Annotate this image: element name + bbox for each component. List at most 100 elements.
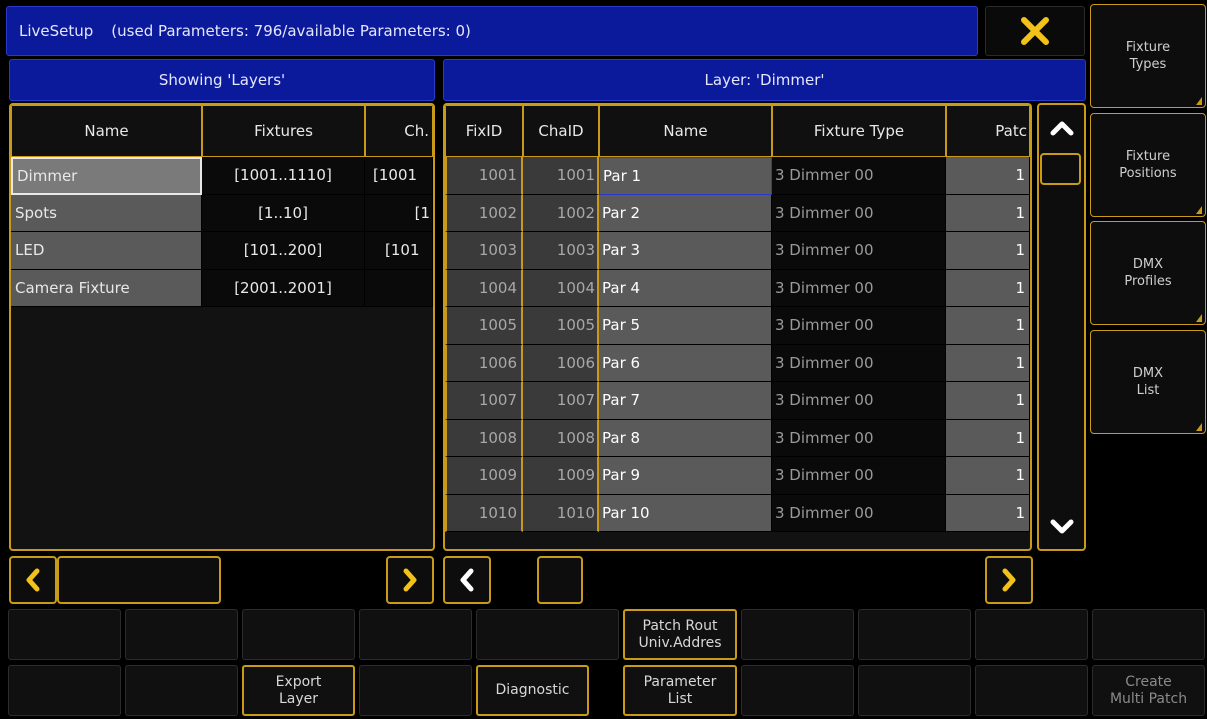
export-layer-button[interactable]: Export Layer <box>242 665 355 716</box>
chaid-cell[interactable]: 1010 <box>523 494 599 532</box>
patch-cell[interactable]: 1 <box>946 194 1030 232</box>
right-scroll-right-button[interactable] <box>985 556 1033 604</box>
vertical-scrollbar[interactable] <box>1037 103 1086 551</box>
layer-fixtures-cell[interactable]: [1001..1110] <box>202 157 365 195</box>
fixture-type-cell[interactable]: 3 Dimmer 00 <box>772 232 946 270</box>
left-scroll-right-button[interactable] <box>386 556 434 604</box>
column-header-name[interactable]: Name <box>599 105 772 157</box>
softkey-empty[interactable] <box>741 665 854 716</box>
fixture-type-cell[interactable]: 3 Dimmer 00 <box>772 419 946 457</box>
softkey-empty[interactable] <box>359 609 472 660</box>
parameter-list-button[interactable]: Parameter List <box>623 665 737 716</box>
chaid-cell[interactable]: 1003 <box>523 232 599 270</box>
right-scroll-left-button[interactable] <box>443 556 491 604</box>
table-row[interactable]: Spots [1..10] [1 <box>11 194 433 232</box>
layer-channels-cell[interactable]: [101 <box>365 232 433 270</box>
table-row[interactable]: Dimmer [1001..1110] [1001 <box>11 157 433 195</box>
column-header-chaid[interactable]: ChaID <box>523 105 599 157</box>
chaid-cell[interactable]: 1008 <box>523 419 599 457</box>
layer-channels-cell[interactable]: [1 <box>365 194 433 232</box>
softkey-empty[interactable] <box>975 609 1088 660</box>
fixid-cell[interactable]: 1003 <box>445 232 523 270</box>
column-header-fixture-type[interactable]: Fixture Type <box>772 105 946 157</box>
diagnostic-button[interactable]: Diagnostic <box>476 665 589 716</box>
layer-name-cell[interactable]: LED <box>11 232 202 270</box>
fixid-cell[interactable]: 1002 <box>445 194 523 232</box>
softkey-empty[interactable] <box>858 609 971 660</box>
fixture-type-cell[interactable]: 3 Dimmer 00 <box>772 157 946 195</box>
fixture-name-cell[interactable]: Par 4 <box>599 269 772 307</box>
softkey-empty[interactable] <box>741 609 854 660</box>
fixid-cell[interactable]: 1001 <box>445 157 523 195</box>
fixture-name-cell[interactable]: Par 1 <box>599 157 772 195</box>
softkey-empty[interactable] <box>476 609 619 660</box>
softkey-empty[interactable] <box>975 665 1088 716</box>
patch-cell[interactable]: 1 <box>946 344 1030 382</box>
softkey-empty[interactable] <box>1092 609 1205 660</box>
softkey-empty[interactable] <box>242 609 355 660</box>
fixture-name-cell[interactable]: Par 3 <box>599 232 772 270</box>
table-row[interactable]: 1003 1003 Par 33 Dimmer 00 1 <box>445 232 1030 270</box>
patch-cell[interactable]: 1 <box>946 382 1030 420</box>
fixture-name-cell[interactable]: Par 7 <box>599 382 772 420</box>
fixture-type-cell[interactable]: 3 Dimmer 00 <box>772 344 946 382</box>
column-header-fixtures[interactable]: Fixtures <box>202 105 365 157</box>
scroll-thumb[interactable] <box>1040 153 1081 185</box>
layer-name-cell[interactable]: Spots <box>11 194 202 232</box>
fixture-name-cell[interactable]: Par 2 <box>599 194 772 232</box>
dmx-list-button[interactable]: DMX List <box>1090 330 1206 434</box>
fixture-type-cell[interactable]: 3 Dimmer 00 <box>772 382 946 420</box>
left-scroll-thumb[interactable] <box>57 556 221 604</box>
chaid-cell[interactable]: 1007 <box>523 382 599 420</box>
table-row[interactable]: LED [101..200] [101 <box>11 232 433 270</box>
chaid-cell[interactable]: 1002 <box>523 194 599 232</box>
softkey-empty[interactable] <box>359 665 472 716</box>
column-header-fixid[interactable]: FixID <box>445 105 523 157</box>
layer-fixtures-cell[interactable]: [101..200] <box>202 232 365 270</box>
right-scroll-thumb[interactable] <box>537 556 583 604</box>
chaid-cell[interactable]: 1006 <box>523 344 599 382</box>
dmx-profiles-button[interactable]: DMX Profiles <box>1090 221 1206 325</box>
fixture-type-cell[interactable]: 3 Dimmer 00 <box>772 494 946 532</box>
patch-cell[interactable]: 1 <box>946 457 1030 495</box>
column-header-channels[interactable]: Ch. <box>365 105 433 157</box>
fixture-name-cell[interactable]: Par 6 <box>599 344 772 382</box>
chaid-cell[interactable]: 1004 <box>523 269 599 307</box>
close-button[interactable] <box>985 6 1085 56</box>
patch-cell[interactable]: 1 <box>946 494 1030 532</box>
left-scroll-left-button[interactable] <box>9 556 57 604</box>
column-header-name[interactable]: Name <box>11 105 202 157</box>
table-row[interactable]: 1001 1001 Par 13 Dimmer 00 1 <box>445 157 1030 195</box>
column-header-patch[interactable]: Patc <box>946 105 1030 157</box>
fixture-name-cell[interactable]: Par 5 <box>599 307 772 345</box>
layer-fixtures-cell[interactable]: [1..10] <box>202 194 365 232</box>
fixture-name-cell[interactable]: Par 10 <box>599 494 772 532</box>
chaid-cell[interactable]: 1001 <box>523 157 599 195</box>
table-row[interactable]: 1009 1009 Par 93 Dimmer 00 1 <box>445 457 1030 495</box>
layer-fixtures-cell[interactable]: [2001..2001] <box>202 269 365 307</box>
fixture-name-cell[interactable]: Par 9 <box>599 457 772 495</box>
fixid-cell[interactable]: 1007 <box>445 382 523 420</box>
chaid-cell[interactable]: 1005 <box>523 307 599 345</box>
layer-name-cell[interactable]: Camera Fixture <box>11 269 202 307</box>
fixid-cell[interactable]: 1006 <box>445 344 523 382</box>
fixture-type-cell[interactable]: 3 Dimmer 00 <box>772 194 946 232</box>
fixid-cell[interactable]: 1010 <box>445 494 523 532</box>
fixid-cell[interactable]: 1009 <box>445 457 523 495</box>
softkey-empty[interactable] <box>8 609 121 660</box>
table-row[interactable]: 1004 1004 Par 43 Dimmer 00 1 <box>445 269 1030 307</box>
fixid-cell[interactable]: 1004 <box>445 269 523 307</box>
table-row[interactable]: 1006 1006 Par 63 Dimmer 00 1 <box>445 344 1030 382</box>
fixid-cell[interactable]: 1008 <box>445 419 523 457</box>
patch-cell[interactable]: 1 <box>946 269 1030 307</box>
scroll-up-button[interactable] <box>1039 105 1084 150</box>
patch-rout-button[interactable]: Patch Rout Univ.Addres <box>623 609 737 660</box>
table-row[interactable]: Camera Fixture [2001..2001] <box>11 269 433 307</box>
fixture-type-cell[interactable]: 3 Dimmer 00 <box>772 457 946 495</box>
patch-cell[interactable]: 1 <box>946 307 1030 345</box>
table-row[interactable]: 1010 1010 Par 10 3 Dimmer 00 1 <box>445 494 1030 532</box>
create-multi-patch-button[interactable]: Create Multi Patch <box>1092 665 1205 716</box>
fixture-type-cell[interactable]: 3 Dimmer 00 <box>772 269 946 307</box>
patch-cell[interactable]: 1 <box>946 157 1030 195</box>
layer-name-cell-selected[interactable]: Dimmer <box>11 157 202 195</box>
